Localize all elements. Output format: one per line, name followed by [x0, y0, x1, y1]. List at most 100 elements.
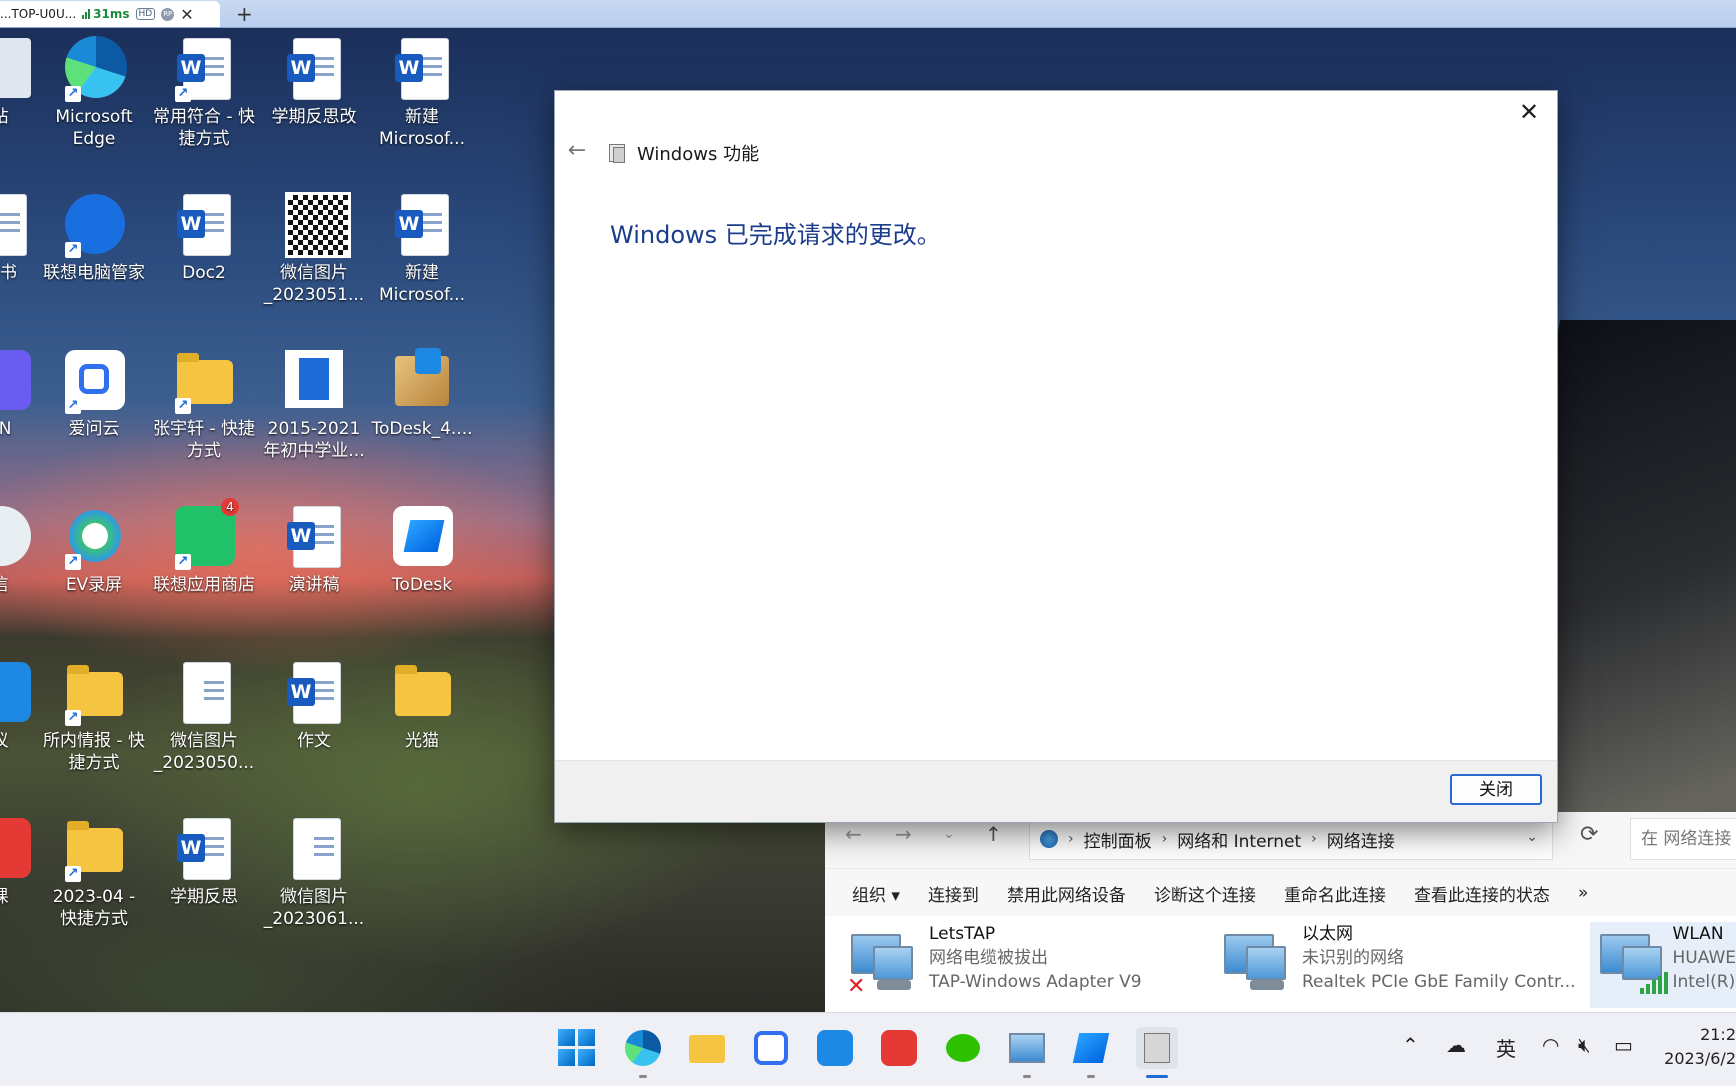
control-panel-icon — [1040, 830, 1058, 848]
taskbar-wechat[interactable] — [942, 1027, 984, 1069]
clock-time: 21:2 — [1700, 1025, 1736, 1044]
refresh-icon[interactable]: ⟳ — [1580, 822, 1598, 847]
taskbar-file-explorer[interactable] — [686, 1027, 728, 1069]
remote-session-tab[interactable]: ...TOP-U0U... 31ms HD RP ✕ — [0, 1, 220, 27]
document-icon — [285, 350, 343, 408]
connection-list: ✕ LetsTAP 网络电缆被拔出 TAP-Windows Adapter V9… — [825, 916, 1736, 1012]
windows-features-icon — [1144, 1033, 1170, 1063]
desktop-icon[interactable]: ToDesk_4.... — [370, 348, 474, 440]
desktop-icon[interactable]: 光猫 — [370, 660, 474, 752]
desktop-icon[interactable]: ↗ 2023-04 - 快捷方式 — [42, 816, 146, 930]
connection-adapter: Intel(R) — [1672, 972, 1736, 992]
recent-chevron-icon[interactable]: ⌄ — [943, 826, 955, 842]
taskbar: ⌃ ☁ 英 ◠ 🔇︎ ▭ 21:2 2023/6/2 — [0, 1012, 1736, 1086]
connect-to-command[interactable]: 连接到 — [928, 881, 979, 906]
connection-status: HUAWE — [1672, 948, 1736, 968]
desktop-icon[interactable]: ToDesk — [370, 504, 474, 596]
breadcrumb-item[interactable]: 网络连接 — [1327, 827, 1395, 852]
desktop-icon[interactable]: ↗ EV录屏 — [42, 504, 146, 596]
desktop-icon[interactable]: 微信图片_2023061... — [262, 816, 366, 930]
onedrive-cloud-icon[interactable]: ☁ — [1446, 1033, 1466, 1057]
remote-host-name: ...TOP-U0U... — [0, 7, 77, 21]
disable-device-command[interactable]: 禁用此网络设备 — [1007, 881, 1126, 906]
wifi-adapter-icon — [1596, 928, 1668, 998]
latency-indicator: 31ms — [82, 7, 130, 21]
desktop-icon[interactable]: 4 ↗ 联想应用商店 — [152, 498, 256, 596]
desktop-icon[interactable]: ↗ 张宇轩 - 快捷方式 — [152, 348, 256, 462]
aiwen-cloud-icon — [754, 1031, 788, 1065]
connection-item[interactable]: ✕ LetsTAP 网络电缆被拔出 TAP-Windows Adapter V9 — [847, 922, 1177, 1008]
network-adapter-icon: ✕ — [847, 928, 917, 999]
diagnose-command[interactable]: 诊断这个连接 — [1154, 881, 1256, 906]
connection-item-selected[interactable]: WLAN HUAWE Intel(R) — [1590, 922, 1736, 1008]
taskbar-aiwen[interactable] — [750, 1027, 792, 1069]
new-tab-icon[interactable]: + — [236, 2, 253, 26]
breadcrumb-item[interactable]: 网络和 Internet — [1177, 827, 1301, 852]
taskbar-ledu[interactable] — [878, 1027, 920, 1069]
start-button[interactable] — [556, 1027, 598, 1069]
desktop-icon[interactable]: W 学期反思改 — [262, 36, 366, 128]
remote-session-bar: ...TOP-U0U... 31ms HD RP ✕ + — [0, 0, 1736, 28]
desktop-icon[interactable]: 2015-2021年初中学业... — [262, 348, 366, 462]
desktop-icon[interactable]: 微信图片_2023051... — [262, 192, 366, 306]
view-status-command[interactable]: 查看此连接的状态 — [1414, 881, 1550, 906]
clock-date: 2023/6/2 — [1664, 1049, 1736, 1068]
taskbar-edge[interactable] — [622, 1027, 664, 1078]
show-hidden-icons-chevron[interactable]: ⌃ — [1402, 1033, 1419, 1057]
taskbar-app-blue[interactable] — [814, 1027, 856, 1069]
taskbar-control-panel[interactable] — [1006, 1027, 1048, 1078]
clock[interactable]: 21:2 2023/6/2 — [1658, 1023, 1736, 1071]
desktop-icon[interactable]: W ↗ 常用符合 - 快捷方式 — [152, 36, 256, 150]
desktop-icon[interactable]: W Doc2 — [152, 192, 256, 284]
desktop-icon[interactable]: W 学期反思 — [152, 816, 256, 908]
input-method-indicator[interactable]: 英 — [1496, 1033, 1516, 1062]
wifi-icon[interactable]: ◠ — [1542, 1033, 1559, 1057]
breadcrumb-item[interactable]: 控制面板 — [1084, 827, 1152, 852]
image-file-icon — [293, 818, 341, 880]
windows-features-dialog: ✕ ← Windows 功能 Windows 已完成请求的更改。 关闭 — [554, 90, 1558, 823]
volume-muted-icon[interactable]: 🔇︎ — [1578, 1033, 1591, 1057]
search-input[interactable]: 在 网络连接 — [1630, 818, 1736, 860]
desktop-icon[interactable]: ↗ 所内情报 - 快捷方式 — [42, 660, 146, 774]
control-panel-icon — [1009, 1033, 1045, 1063]
connection-adapter: TAP-Windows Adapter V9 — [929, 972, 1142, 992]
desktop-icon[interactable]: W 新建 Microsof... — [370, 36, 474, 150]
taskbar-todesk[interactable] — [1070, 1027, 1112, 1078]
network-connections-window: ← → ⌄ ↑ › 控制面板 › 网络和 Internet › 网络连接 ⌄ ⟳… — [825, 812, 1736, 1012]
connection-item[interactable]: 以太网 未识别的网络 Realtek PCIe GbE Family Contr… — [1220, 922, 1580, 1008]
forward-arrow-icon[interactable]: → — [895, 822, 912, 846]
wechat-icon — [946, 1034, 980, 1062]
connection-name: WLAN — [1672, 924, 1724, 944]
close-tab-icon[interactable]: ✕ — [180, 5, 193, 24]
close-icon[interactable]: ✕ — [1511, 97, 1547, 127]
hd-badge[interactable]: HD — [135, 8, 156, 20]
connection-adapter: Realtek PCIe GbE Family Contr... — [1302, 972, 1576, 992]
desktop-icon-edge[interactable]: ↗ Microsoft Edge — [42, 36, 146, 150]
desktop-icon[interactable]: W 作文 — [262, 660, 366, 752]
desktop-icon[interactable]: ↗ 联想电脑管家 — [42, 192, 146, 284]
word-icon: W — [287, 678, 315, 706]
back-arrow-icon[interactable]: ← — [563, 137, 591, 165]
organize-menu[interactable]: 组织 ▾ — [852, 881, 900, 906]
image-file-icon — [183, 662, 231, 724]
desktop-icon[interactable]: W 演讲稿 — [262, 504, 366, 596]
connection-name: 以太网 — [1302, 924, 1353, 944]
desktop-icon[interactable]: ↗ 爱问云 — [42, 348, 146, 440]
close-button[interactable]: 关闭 — [1450, 774, 1542, 805]
desktop-icon[interactable]: W 新建 Microsof... — [370, 192, 474, 306]
address-dropdown-icon[interactable]: ⌄ — [1526, 829, 1538, 845]
battery-icon[interactable]: ▭ — [1614, 1033, 1633, 1057]
back-arrow-icon[interactable]: ← — [845, 822, 862, 846]
desktop-icon[interactable]: 微信图片_2023050... — [152, 660, 256, 774]
connection-status: 未识别的网络 — [1302, 948, 1404, 968]
network-adapter-icon — [1220, 928, 1290, 998]
taskbar-windows-features[interactable] — [1136, 1027, 1178, 1078]
notification-badge: 4 — [221, 498, 239, 516]
rename-command[interactable]: 重命名此连接 — [1284, 881, 1386, 906]
up-arrow-icon[interactable]: ↑ — [985, 822, 1002, 846]
dialog-footer: 关闭 — [555, 760, 1557, 822]
word-icon: W — [177, 834, 205, 862]
address-bar[interactable]: › 控制面板 › 网络和 Internet › 网络连接 ⌄ — [1029, 818, 1553, 860]
more-commands[interactable]: » — [1578, 883, 1588, 903]
rp-badge[interactable]: RP — [161, 7, 175, 21]
